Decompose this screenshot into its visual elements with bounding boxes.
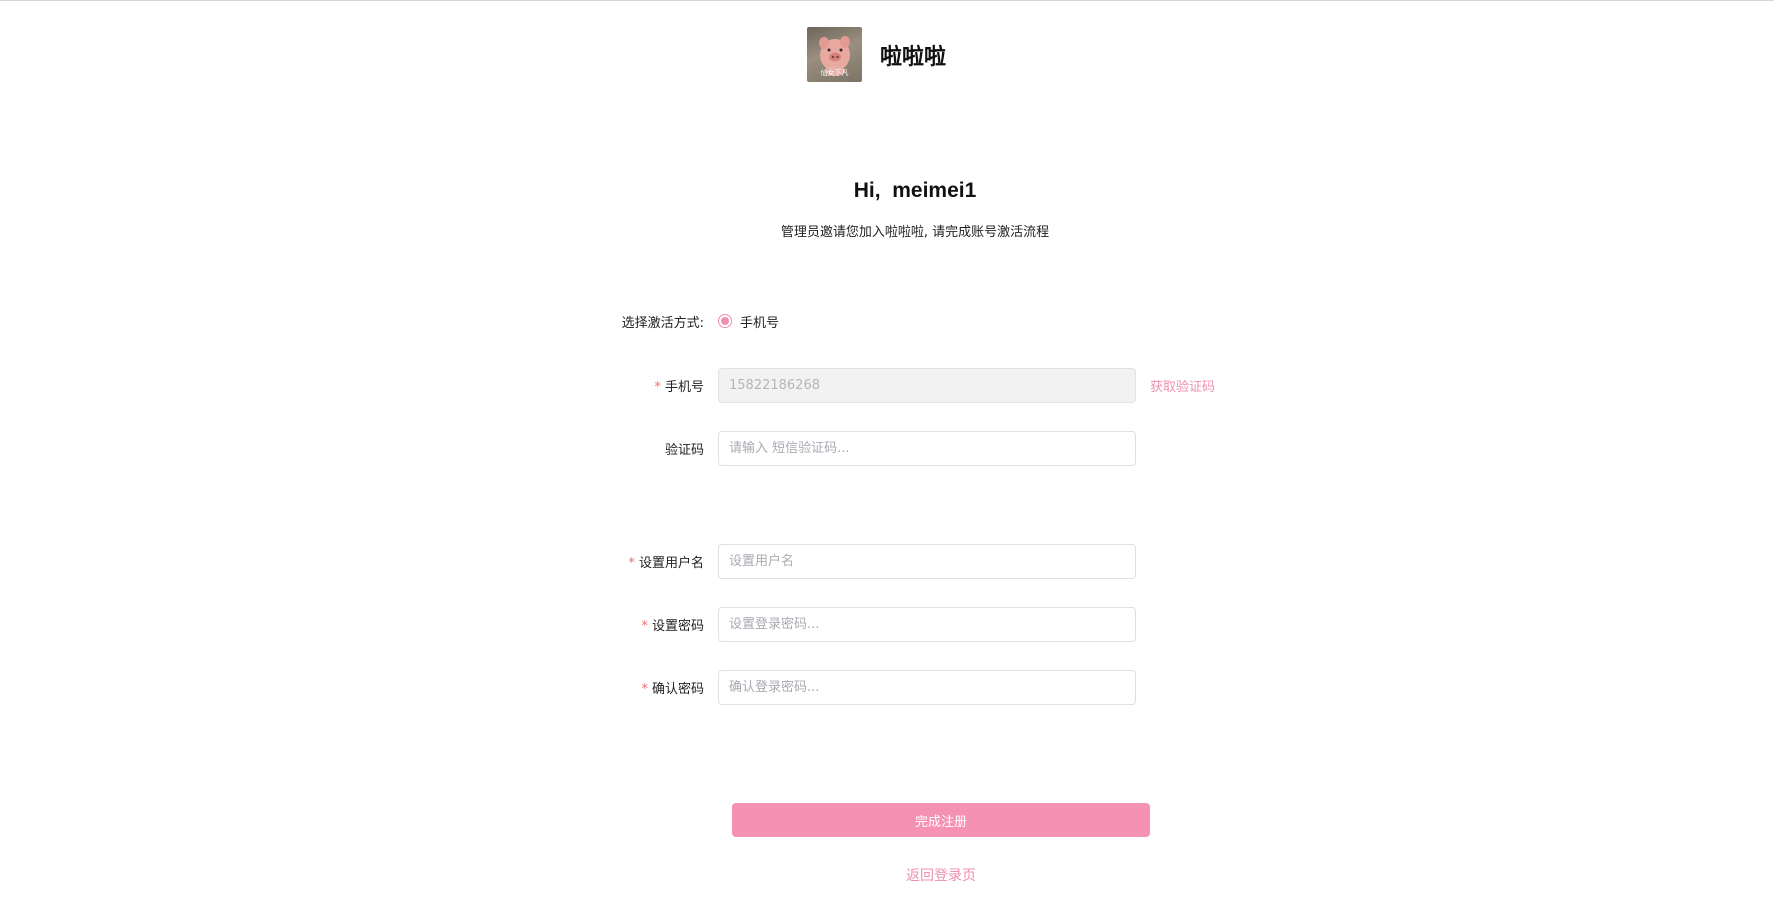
username-row: * 设置用户名 xyxy=(560,543,1260,579)
brand-name: 啦啦啦 xyxy=(880,44,947,70)
back-to-login-link[interactable]: 返回登录页 xyxy=(732,865,1150,885)
confirm-password-label: * 确认密码 xyxy=(560,678,718,697)
radio-selected-icon[interactable] xyxy=(718,314,732,328)
username-label-text: 设置用户名 xyxy=(638,555,704,571)
greeting-subtitle: 管理员邀请您加入啦啦啦, 请完成账号激活流程 xyxy=(780,225,1050,240)
confirm-password-label-text: 确认密码 xyxy=(651,681,704,697)
code-input[interactable] xyxy=(718,430,1136,466)
username-input[interactable] xyxy=(718,543,1136,579)
greeting-title: Hi, meimei1 xyxy=(853,179,977,202)
password-row: * 设置密码 xyxy=(560,606,1260,642)
code-row: 验证码 xyxy=(560,430,1260,466)
password-label-text: 设置密码 xyxy=(651,618,704,634)
pig-avatar-icon: 仙女下凡 xyxy=(807,27,862,82)
required-mark: * xyxy=(641,618,648,634)
logo-caption: 仙女下凡 xyxy=(820,69,849,77)
username-label: * 设置用户名 xyxy=(560,552,718,571)
required-mark: * xyxy=(641,681,648,697)
phone-label-text: 手机号 xyxy=(664,379,704,395)
phone-input xyxy=(718,367,1136,403)
confirm-password-row: * 确认密码 xyxy=(560,669,1260,705)
phone-method-radio[interactable]: 手机号 xyxy=(718,312,779,331)
confirm-password-input[interactable] xyxy=(718,669,1136,705)
password-label: * 设置密码 xyxy=(560,615,718,634)
complete-registration-button[interactable]: 完成注册 xyxy=(732,803,1150,837)
app-header: 仙女下凡 啦啦啦 xyxy=(807,27,946,82)
required-mark: * xyxy=(654,379,661,395)
activation-method-label: 选择激活方式: xyxy=(621,315,704,331)
activation-method-row: 选择激活方式: 手机号 xyxy=(560,303,1260,339)
phone-row: *手机号 获取验证码 xyxy=(560,367,1260,403)
password-input[interactable] xyxy=(718,606,1136,642)
required-mark: * xyxy=(628,555,635,571)
phone-label: * 手机号 xyxy=(560,376,718,395)
phone-method-label: 手机号 xyxy=(740,315,780,331)
code-label: 验证码 xyxy=(664,442,704,458)
get-code-button[interactable]: 获取验证码 xyxy=(1150,376,1215,395)
